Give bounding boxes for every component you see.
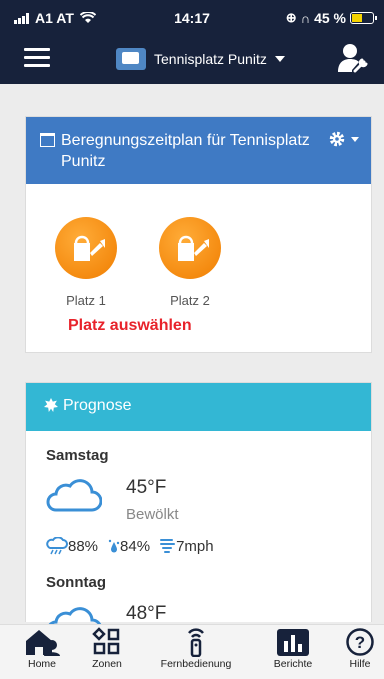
zones-icon: [92, 627, 120, 655]
sun-icon: [44, 398, 58, 412]
remote-icon: [188, 628, 204, 657]
cloud-icon: [46, 479, 102, 512]
site-name: Tennisplatz Punitz: [154, 51, 267, 67]
tab-bar: Home Zonen Fernbedienung Berichte ? Hilf…: [0, 624, 384, 679]
tab-hilfe[interactable]: ? Hilfe: [343, 627, 377, 670]
tab-label: Fernbedienung: [160, 658, 232, 670]
tab-label: Zonen: [92, 658, 122, 670]
orientation-lock-icon: ⊕: [285, 10, 297, 25]
wind-speed: 7mph: [176, 537, 214, 555]
humidity-icon: [108, 539, 120, 553]
battery-icon: [350, 12, 377, 24]
tab-label: Berichte: [273, 658, 313, 670]
headphones-icon: ∩: [300, 10, 311, 26]
forecast-condition: Bewölkt: [126, 506, 179, 523]
rain-probability: 88%: [68, 537, 99, 555]
rain-cloud-icon: [46, 537, 68, 555]
tab-home[interactable]: Home: [22, 627, 62, 670]
watering-can-icon: [55, 217, 117, 279]
chevron-down-icon: [274, 56, 285, 62]
schedule-title: Beregnungszeitplan für Tennisplatz Punit…: [61, 132, 310, 170]
zone-platz-1[interactable]: Platz 1: [50, 217, 122, 308]
schedule-card: Beregnungszeitplan für Tennisplatz Punit…: [25, 116, 372, 353]
humidity-value: 84%: [120, 537, 151, 555]
schedule-card-header: Beregnungszeitplan für Tennisplatz Punit…: [26, 117, 371, 184]
tab-fernbedienung[interactable]: Fernbedienung: [150, 627, 242, 670]
forecast-day: Samstag: [46, 447, 109, 464]
chevron-down-icon: [351, 136, 359, 142]
forecast-card: Prognose Samstag 45°F Bewölkt 88% 84% 7m…: [25, 382, 372, 640]
clock: 14:17: [174, 10, 210, 26]
tab-label: Hilfe: [349, 658, 371, 670]
zone-label: Platz 1: [66, 293, 106, 308]
svg-text:?: ?: [355, 633, 365, 652]
reports-icon: [277, 629, 309, 656]
home-icon: [26, 630, 60, 656]
zone-label: Platz 2: [170, 293, 210, 308]
watering-can-icon: [159, 217, 221, 279]
forecast-metrics: 88% 84% 7mph: [46, 537, 224, 555]
select-zone-prompt: Platz auswählen: [68, 317, 192, 334]
user-settings-icon[interactable]: [338, 42, 368, 74]
gear-icon: [329, 131, 345, 147]
tab-berichte[interactable]: Berichte: [268, 627, 318, 670]
forecast-temp: 45°F: [126, 477, 167, 498]
app-bar: Tennisplatz Punitz: [0, 36, 384, 84]
controller-icon: [116, 48, 146, 70]
zone-platz-2[interactable]: Platz 2: [154, 217, 226, 308]
wind-icon: [160, 539, 176, 553]
tab-label: Home: [27, 658, 56, 670]
battery-percent: 45 %: [314, 10, 346, 26]
settings-dropdown[interactable]: [328, 130, 359, 148]
calendar-icon: [40, 133, 55, 147]
site-selector[interactable]: Tennisplatz Punitz: [116, 44, 285, 74]
status-bar: A1 AT 14:17 ⊕ ∩ 45 %: [0, 0, 384, 36]
tab-zonen[interactable]: Zonen: [87, 627, 127, 670]
forecast-title: Prognose: [63, 397, 132, 414]
forecast-temp: 48°F: [126, 603, 167, 624]
help-icon: ?: [346, 628, 374, 656]
menu-icon[interactable]: [24, 48, 50, 68]
forecast-card-header: Prognose: [26, 383, 371, 431]
forecast-day: Sonntag: [46, 574, 106, 591]
zone-list: Platz 1 Platz 2: [50, 217, 226, 308]
